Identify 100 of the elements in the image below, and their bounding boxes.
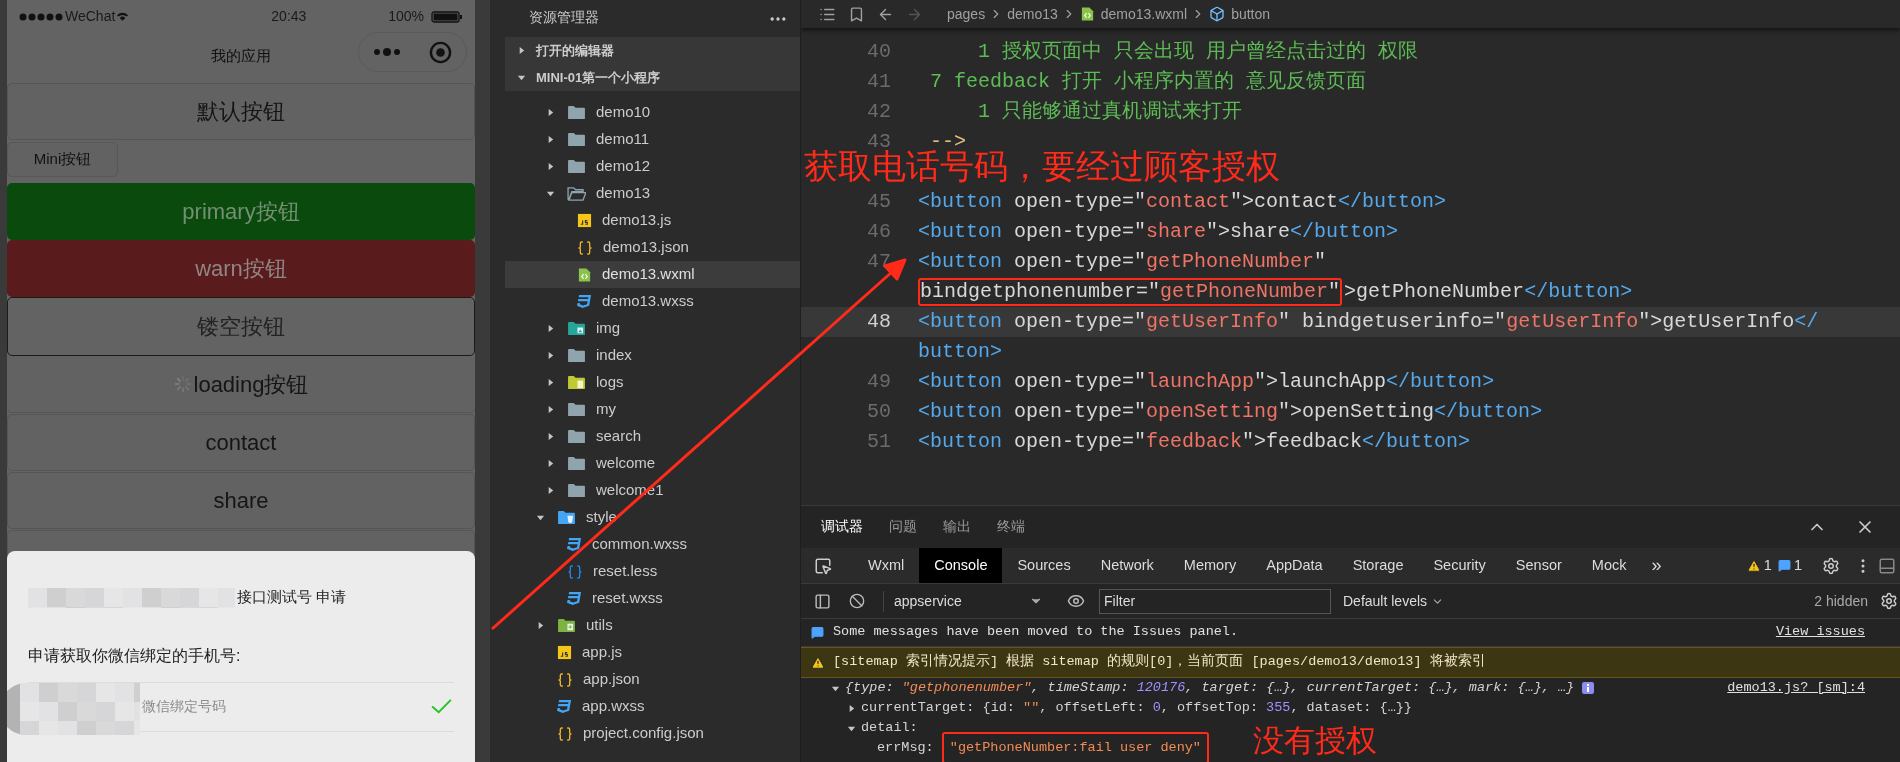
line-number: 51 <box>867 430 891 453</box>
target-icon[interactable] <box>429 40 452 64</box>
bookmark-icon[interactable] <box>848 5 865 23</box>
code-line: <button open-type="getPhoneNumber" <box>918 249 1327 275</box>
braces-icon <box>567 563 583 580</box>
line-number: 48 <box>867 310 891 333</box>
devtools-tab[interactable]: Mock <box>1576 548 1642 583</box>
tree-item[interactable]: demo12 <box>505 153 800 180</box>
devtools-tab[interactable]: AppData <box>1251 548 1338 583</box>
tree-item[interactable]: common.wxss <box>505 531 800 558</box>
collapsed-caret-icon[interactable] <box>546 486 555 495</box>
devtools-tab[interactable]: Sources <box>1002 548 1086 583</box>
folder-icon <box>567 159 586 174</box>
braces-icon <box>577 239 593 256</box>
section-header[interactable]: MINI-01第一个小程序 <box>505 64 800 91</box>
tree-item[interactable]: demo13.json <box>505 234 800 261</box>
devtools-tab[interactable]: Storage <box>1337 548 1419 583</box>
expanded-caret-icon[interactable] <box>517 73 526 82</box>
devtools-tab[interactable]: Wxml <box>853 548 920 583</box>
panel-title: 资源管理器 <box>529 9 599 28</box>
tree-item[interactable]: app.wxss <box>505 693 800 720</box>
devtools-tab[interactable]: Memory <box>1168 548 1252 583</box>
css-icon <box>567 591 582 606</box>
tree-item[interactable]: logs <box>505 369 800 396</box>
tree-item[interactable]: index <box>505 342 800 369</box>
tree-item[interactable]: demo10 <box>505 99 800 126</box>
collapsed-caret-icon[interactable] <box>536 621 545 630</box>
collapsed-caret-icon[interactable] <box>546 432 555 441</box>
inspect-icon[interactable] <box>814 556 832 575</box>
tree-item[interactable]: demo13.wxml <box>505 261 800 288</box>
filter-field[interactable]: Filter <box>1099 588 1331 614</box>
section-header[interactable]: 打开的编辑器 <box>505 37 800 64</box>
line-number: 45 <box>867 190 891 213</box>
tree-item[interactable]: utils <box>505 612 800 639</box>
settings-icon[interactable] <box>1880 592 1898 610</box>
eye-icon[interactable] <box>1067 592 1085 610</box>
console-text: detail: <box>861 718 918 737</box>
panel-tab[interactable]: 调试器 <box>821 516 863 538</box>
panel-tab[interactable]: 输出 <box>943 516 971 538</box>
collapsed-caret-icon[interactable] <box>546 351 555 360</box>
context-select[interactable]: appservice <box>883 590 1043 612</box>
tree-item[interactable]: reset.wxss <box>505 585 800 612</box>
folder-icon <box>567 132 586 147</box>
clock-time: 20:43 <box>271 7 307 26</box>
collapsed-caret-icon[interactable] <box>546 405 555 414</box>
settings-icon[interactable] <box>1822 556 1840 575</box>
collapsed-caret-icon[interactable] <box>546 459 555 468</box>
devtools-tab[interactable]: Console <box>919 548 1003 583</box>
tree-item[interactable]: app.js <box>505 639 800 666</box>
expanded-caret-icon[interactable] <box>546 189 555 198</box>
collapsed-caret-icon[interactable] <box>847 703 856 713</box>
code-line: 1 授权页面中 只会出现 用户曾经点击过的 权限 <box>977 39 1419 65</box>
battery-level: 100% <box>388 7 424 26</box>
console-message: [sitemap 索引情况提示] 根据 sitemap 的规则[0]，当前页面 [pages/demo13/demo13] 将被索引 <box>833 652 1486 672</box>
tree-item[interactable]: demo13.wxss <box>505 288 800 315</box>
source-link[interactable]: demo13.js? [sm]:4 <box>1727 677 1865 699</box>
breadcrumb-item[interactable]: pages <box>947 3 986 25</box>
line-number: 47 <box>867 250 891 273</box>
collapsed-caret-icon[interactable] <box>546 108 555 117</box>
expanded-caret-icon[interactable] <box>536 513 545 522</box>
line-number: 50 <box>867 400 891 423</box>
devtools-tab[interactable]: Sensor <box>1500 548 1577 583</box>
collapsed-caret-icon[interactable] <box>546 135 555 144</box>
clear-console-icon[interactable] <box>849 593 865 609</box>
collapsed-caret-icon[interactable] <box>517 46 526 55</box>
tree-item[interactable]: style <box>505 504 800 531</box>
battery-icon <box>431 10 463 23</box>
annotation-text: 没有授权 <box>1253 723 1377 759</box>
dock-icon[interactable] <box>1878 556 1896 575</box>
breadcrumb-item[interactable]: button <box>1209 3 1271 25</box>
devtools-tab[interactable]: Network <box>1085 548 1169 583</box>
tree-item[interactable]: my <box>505 396 800 423</box>
tree-item[interactable]: demo13.js <box>505 207 800 234</box>
code-line: button> <box>918 339 1002 365</box>
more-tabs-button[interactable]: » <box>1641 552 1672 579</box>
info-badge-icon[interactable] <box>1582 682 1595 694</box>
console-text: errMsg: <box>877 738 935 757</box>
collapsed-caret-icon[interactable] <box>546 324 555 333</box>
tree-item[interactable]: welcome <box>505 450 800 477</box>
view-issues-link[interactable]: View issues <box>1775 622 1865 643</box>
tree-item[interactable]: demo11 <box>505 126 800 153</box>
tree-item[interactable]: search <box>505 423 800 450</box>
tree-item[interactable]: demo13 <box>505 180 800 207</box>
panel-tab[interactable]: 问题 <box>889 516 917 538</box>
code-line: <button open-type="contact">contact</button> <box>918 189 1447 215</box>
page-button[interactable]: warn按钮 <box>7 240 475 297</box>
tree-item[interactable]: reset.less <box>505 558 800 585</box>
breadcrumb-item[interactable]: demo13 <box>1007 3 1058 25</box>
tree-item[interactable]: app.json <box>505 666 800 693</box>
collapsed-caret-icon[interactable] <box>546 162 555 171</box>
levels-dropdown[interactable]: Default levels <box>1343 590 1445 612</box>
collapsed-caret-icon[interactable] <box>546 378 555 387</box>
tree-item[interactable]: project.config.json <box>505 720 800 747</box>
panel-tab[interactable]: 终端 <box>997 516 1025 538</box>
breadcrumb-item[interactable]: demo13.wxml <box>1079 3 1188 25</box>
tree-item[interactable]: img <box>505 315 800 342</box>
devtools-tab[interactable]: Security <box>1418 548 1501 583</box>
open-folder-icon <box>567 186 586 201</box>
sidebar-toggle-icon[interactable] <box>814 592 831 610</box>
css-icon <box>567 537 582 552</box>
